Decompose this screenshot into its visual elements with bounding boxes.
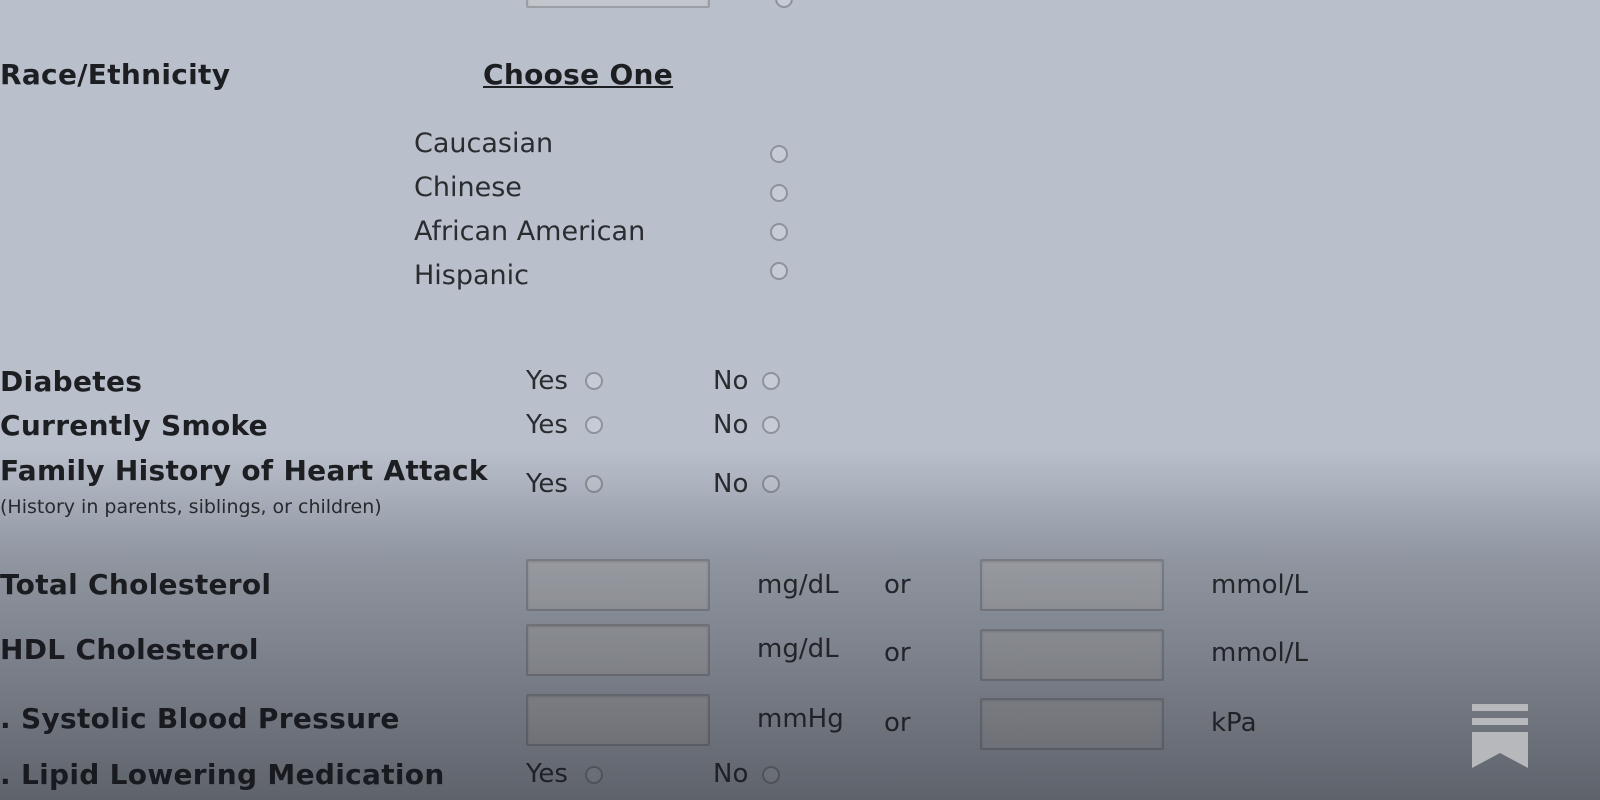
family-yes-radio[interactable]	[585, 475, 603, 493]
race-radio-caucasian[interactable]	[770, 145, 788, 163]
family-yes-label: Yes	[526, 469, 568, 499]
total-cholesterol-or: or	[884, 570, 911, 600]
family-no-label: No	[713, 469, 749, 499]
diabetes-yes-label: Yes	[526, 366, 568, 396]
lipid-medication-label: . Lipid Lowering Medication	[0, 758, 445, 791]
smoke-yes-radio[interactable]	[585, 416, 603, 434]
substack-bookmark-icon	[1472, 704, 1528, 768]
hdl-cholesterol-or: or	[884, 638, 911, 668]
choose-one-heading: Choose One	[483, 58, 674, 91]
systolic-bp-or: or	[884, 708, 911, 738]
smoke-label: Currently Smoke	[0, 409, 268, 442]
hdl-cholesterol-mgdl-input[interactable]	[526, 624, 710, 676]
total-cholesterol-mgdl-input[interactable]	[526, 559, 710, 611]
race-option-chinese: Chinese	[414, 172, 522, 203]
race-radio-chinese[interactable]	[770, 184, 788, 202]
smoke-no-label: No	[713, 410, 749, 440]
family-no-radio[interactable]	[762, 475, 780, 493]
race-radio-african-american[interactable]	[770, 223, 788, 241]
lipid-no-label: No	[713, 759, 749, 789]
hdl-cholesterol-unit2: mmol/L	[1211, 638, 1309, 668]
family-history-label: Family History of Heart Attack	[0, 454, 488, 487]
hdl-cholesterol-mmol-input[interactable]	[980, 629, 1164, 681]
systolic-bp-kpa-input[interactable]	[980, 698, 1164, 750]
diabetes-yes-radio[interactable]	[585, 372, 603, 390]
bottom-gradient-overlay	[0, 0, 1600, 800]
systolic-bp-mmhg-input[interactable]	[526, 694, 710, 746]
systolic-bp-unit2: kPa	[1211, 708, 1257, 738]
race-label: Race/Ethnicity	[0, 58, 231, 91]
systolic-bp-label: . Systolic Blood Pressure	[0, 702, 400, 735]
diabetes-label: Diabetes	[0, 365, 143, 398]
diabetes-no-radio[interactable]	[762, 372, 780, 390]
hdl-cholesterol-unit1: mg/dL	[757, 634, 839, 664]
hdl-cholesterol-label: HDL Cholesterol	[0, 633, 259, 666]
diabetes-no-label: No	[713, 366, 749, 396]
smoke-no-radio[interactable]	[762, 416, 780, 434]
total-cholesterol-unit2: mmol/L	[1211, 570, 1309, 600]
race-option-african-american: African American	[414, 216, 646, 247]
lipid-yes-label: Yes	[526, 759, 568, 789]
race-radio-hispanic[interactable]	[770, 262, 788, 280]
top-partial-radio[interactable]	[775, 0, 793, 8]
family-history-sublabel: (History in parents, siblings, or childr…	[0, 496, 382, 518]
smoke-yes-label: Yes	[526, 410, 568, 440]
top-partial-input[interactable]	[526, 0, 710, 8]
race-option-hispanic: Hispanic	[414, 260, 530, 291]
total-cholesterol-unit1: mg/dL	[757, 570, 839, 600]
total-cholesterol-label: Total Cholesterol	[0, 568, 272, 601]
systolic-bp-unit1: mmHg	[757, 704, 844, 734]
total-cholesterol-mmol-input[interactable]	[980, 559, 1164, 611]
race-option-caucasian: Caucasian	[414, 128, 554, 159]
lipid-no-radio[interactable]	[762, 766, 780, 784]
lipid-yes-radio[interactable]	[585, 766, 603, 784]
